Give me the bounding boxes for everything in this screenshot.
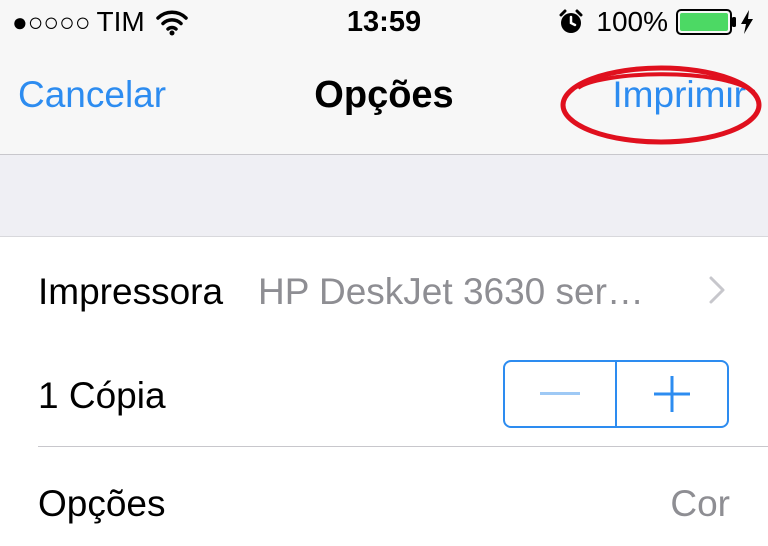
increment-button[interactable] [615, 362, 727, 426]
options-value: Cor [670, 483, 730, 524]
status-bar: ●○○○○ TIM 13:59 100% [0, 0, 768, 44]
printer-row[interactable]: Impressora HP DeskJet 3630 ser… [0, 237, 768, 343]
printer-label: Impressora [38, 271, 224, 312]
plus-icon [654, 376, 690, 412]
status-right: 100% [558, 6, 754, 38]
printer-value: HP DeskJet 3630 ser… [258, 271, 644, 312]
minus-icon [540, 392, 580, 395]
charging-bolt-icon [741, 10, 753, 34]
options-label: Opções [38, 483, 166, 524]
copies-stepper[interactable] [503, 360, 729, 428]
navigation-bar: Cancelar Opções Imprimir [0, 44, 768, 155]
options-row[interactable]: Opções Cor [0, 447, 768, 546]
print-button[interactable]: Imprimir [612, 74, 746, 116]
copies-label: 1 Cópia [38, 375, 166, 416]
chevron-right-icon [709, 276, 725, 304]
battery-percent: 100% [596, 6, 668, 37]
section-spacer [0, 155, 768, 237]
decrement-button[interactable] [505, 362, 615, 426]
alarm-icon [559, 9, 583, 33]
battery-icon [676, 9, 736, 35]
